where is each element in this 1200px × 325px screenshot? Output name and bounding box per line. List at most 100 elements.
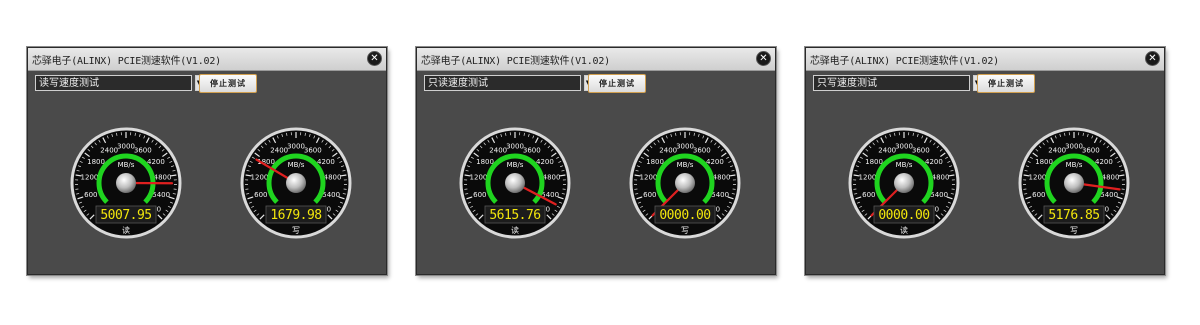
gauge-tick-label: 2400 — [878, 147, 896, 155]
gauge-tick-label: 1200 — [81, 174, 99, 182]
gauge-unit: MB/s — [118, 161, 135, 169]
gauge-label: 写 — [681, 226, 689, 235]
gauge-unit: MB/s — [677, 161, 694, 169]
close-icon[interactable]: ✕ — [367, 51, 382, 66]
gauge-tick-label: 3600 — [304, 147, 322, 155]
stop-test-button[interactable]: 停止测试 — [199, 74, 257, 93]
gauge-tick-label: 1200 — [859, 174, 877, 182]
gauge-tick-label: 3600 — [1082, 147, 1100, 155]
gauge-panel: 0600120018002400300036004200480054006000… — [28, 106, 386, 276]
gauge-write: 0600120018002400300036004200480054006000… — [240, 127, 352, 239]
gauge-tick-label: 600 — [643, 191, 656, 199]
gauges-svg: 0600120018002400300036004200480054006000… — [70, 127, 352, 239]
gauge-tick-label: 3600 — [693, 147, 711, 155]
stop-test-button[interactable]: 停止测试 — [977, 74, 1035, 93]
gauge-hub — [505, 173, 525, 193]
gauge-reading: 5615.76 — [489, 208, 540, 223]
gauge-tick-label: 4800 — [324, 174, 342, 182]
gauge-hub — [116, 173, 136, 193]
mode-select[interactable]: 只写速度测试 — [813, 75, 970, 91]
gauge-reading: 1679.98 — [270, 208, 321, 223]
gauge-tick-label: 1200 — [251, 174, 269, 182]
gauge-tick-label: 600 — [862, 191, 875, 199]
gauge-panel: 0600120018002400300036004200480054006000… — [417, 106, 775, 276]
gauge-tick-label: 1800 — [87, 158, 105, 166]
gauge-tick-label: 600 — [84, 191, 97, 199]
gauge-label: 写 — [1070, 226, 1078, 235]
gauge-tick-label: 600 — [1032, 191, 1045, 199]
gauge-tick-label: 4800 — [713, 174, 731, 182]
gauge-label: 读 — [511, 225, 519, 235]
stop-test-button[interactable]: 停止测试 — [588, 74, 646, 93]
gauge-tick-label: 4200 — [147, 158, 165, 166]
gauge-tick-label: 4200 — [536, 158, 554, 166]
gauge-unit: MB/s — [896, 161, 913, 169]
gauge-tick-label: 4200 — [1095, 158, 1113, 166]
gauge-read: 0600120018002400300036004200480054006000… — [459, 127, 571, 239]
gauge-tick-label: 4800 — [543, 174, 561, 182]
window-title: 芯驿电子(ALINX) PCIE测速软件(V1.02) — [421, 56, 610, 67]
gauge-hub — [675, 173, 695, 193]
gauge-tick-label: 5400 — [930, 191, 948, 199]
gauge-tick-label: 3000 — [506, 143, 524, 151]
gauge-tick-label: 4800 — [154, 174, 172, 182]
gauge-reading: 0000.00 — [878, 208, 929, 223]
gauge-tick-label: 4800 — [932, 174, 950, 182]
gauge-tick-label: 1800 — [865, 158, 883, 166]
gauge-tick-label: 4800 — [1102, 174, 1120, 182]
window-2: 芯驿电子(ALINX) PCIE测速软件(V1.02) ✕ 只读速度测试 ▼ 停… — [416, 47, 776, 275]
gauge-tick-label: 4200 — [317, 158, 335, 166]
gauge-tick-label: 5400 — [152, 191, 170, 199]
gauge-tick-label: 2400 — [659, 147, 677, 155]
mode-select[interactable]: 读写速度测试 — [35, 75, 192, 91]
gauge-tick-label: 2400 — [1048, 147, 1066, 155]
gauge-tick-label: 5400 — [322, 191, 340, 199]
gauge-tick-label: 3600 — [134, 147, 152, 155]
gauge-read: 0600120018002400300036004200480054006000… — [70, 127, 182, 239]
gauge-hub — [286, 173, 306, 193]
gauge-tick-label: 3600 — [523, 147, 541, 155]
gauge-label: 读 — [900, 225, 908, 235]
gauge-tick-label: 1200 — [1029, 174, 1047, 182]
gauge-tick-label: 1800 — [646, 158, 664, 166]
gauge-unit: MB/s — [507, 161, 524, 169]
title-bar[interactable]: 芯驿电子(ALINX) PCIE测速软件(V1.02) ✕ — [806, 48, 1164, 71]
gauge-hub — [894, 173, 914, 193]
gauge-read: 0600120018002400300036004200480054006000… — [848, 127, 960, 239]
gauge-tick-label: 3600 — [912, 147, 930, 155]
gauge-tick-label: 600 — [254, 191, 267, 199]
gauge-unit: MB/s — [288, 161, 305, 169]
gauge-write: 0600120018002400300036004200480054006000… — [629, 127, 741, 239]
title-bar[interactable]: 芯驿电子(ALINX) PCIE测速软件(V1.02) ✕ — [28, 48, 386, 71]
gauge-tick-label: 2400 — [489, 147, 507, 155]
gauge-tick-label: 5400 — [1100, 191, 1118, 199]
gauges-svg: 0600120018002400300036004200480054006000… — [848, 127, 1130, 239]
gauge-tick-label: 4200 — [925, 158, 943, 166]
close-icon[interactable]: ✕ — [756, 51, 771, 66]
gauge-tick-label: 4200 — [706, 158, 724, 166]
gauge-reading: 0000.00 — [659, 208, 710, 223]
gauge-tick-label: 3000 — [117, 143, 135, 151]
gauge-write: 0600120018002400300036004200480054006000… — [1018, 127, 1130, 239]
gauge-label: 写 — [292, 226, 300, 235]
close-icon[interactable]: ✕ — [1145, 51, 1160, 66]
title-bar[interactable]: 芯驿电子(ALINX) PCIE测速软件(V1.02) ✕ — [417, 48, 775, 71]
gauge-tick-label: 1200 — [640, 174, 658, 182]
gauge-tick-label: 3000 — [1065, 143, 1083, 151]
window-title: 芯驿电子(ALINX) PCIE测速软件(V1.02) — [32, 56, 221, 67]
gauge-reading: 5007.95 — [100, 208, 151, 223]
gauge-hub — [1064, 173, 1084, 193]
gauges-svg: 0600120018002400300036004200480054006000… — [459, 127, 741, 239]
gauge-unit: MB/s — [1066, 161, 1083, 169]
gauge-tick-label: 600 — [473, 191, 486, 199]
gauge-tick-label: 3000 — [895, 143, 913, 151]
window-3: 芯驿电子(ALINX) PCIE测速软件(V1.02) ✕ 只写速度测试 ▼ 停… — [805, 47, 1165, 275]
gauge-tick-label: 1800 — [476, 158, 494, 166]
gauge-tick-label: 1800 — [1035, 158, 1053, 166]
gauge-tick-label: 3000 — [676, 143, 694, 151]
gauge-label: 读 — [122, 225, 130, 235]
mode-select[interactable]: 只读速度测试 — [424, 75, 581, 91]
gauge-tick-label: 2400 — [270, 147, 288, 155]
gauge-tick-label: 2400 — [100, 147, 118, 155]
gauge-reading: 5176.85 — [1048, 208, 1099, 223]
